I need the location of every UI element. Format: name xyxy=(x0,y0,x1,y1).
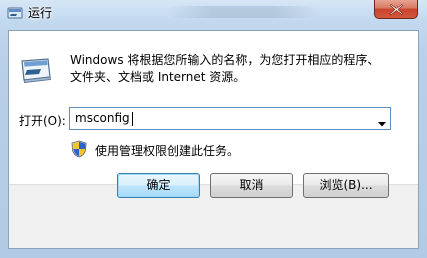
title-bar-glare xyxy=(168,6,318,18)
text-caret xyxy=(132,112,133,126)
run-program-icon xyxy=(19,53,53,87)
open-command-combobox[interactable]: msconfig xyxy=(69,107,391,130)
open-field-label: 打开(O): xyxy=(19,114,66,128)
content-panel: Windows 将根据您所输入的名称，为您打开相应的程序、 文件夹、文档或 In… xyxy=(9,31,418,184)
ok-button[interactable]: 确定 xyxy=(117,173,200,198)
dialog-frame: 运行 Windows 将根据您所输入的名称，为您打开相应的程序、 文件夹、文档或… xyxy=(0,0,427,258)
title-bar[interactable]: 运行 xyxy=(0,0,427,30)
uac-shield-icon xyxy=(71,140,87,158)
cancel-button[interactable]: 取消 xyxy=(210,173,293,198)
browse-button[interactable]: 浏览(B)... xyxy=(303,173,389,198)
dropdown-arrow-icon[interactable] xyxy=(378,116,386,130)
admin-privilege-note: 使用管理权限创建此任务。 xyxy=(95,144,240,158)
close-button[interactable] xyxy=(374,0,418,19)
instruction-line-1: Windows 将根据您所输入的名称，为您打开相应的程序、 xyxy=(70,53,380,67)
close-icon xyxy=(390,4,403,15)
instruction-text: Windows 将根据您所输入的名称，为您打开相应的程序、 文件夹、文档或 In… xyxy=(70,52,400,86)
window-title: 运行 xyxy=(28,6,53,20)
dialog-client-area: Windows 将根据您所输入的名称，为您打开相应的程序、 文件夹、文档或 In… xyxy=(8,30,419,249)
instruction-line-2: 文件夹、文档或 Internet 资源。 xyxy=(70,70,246,84)
open-command-input[interactable]: msconfig xyxy=(75,111,130,125)
run-app-icon xyxy=(7,5,23,21)
